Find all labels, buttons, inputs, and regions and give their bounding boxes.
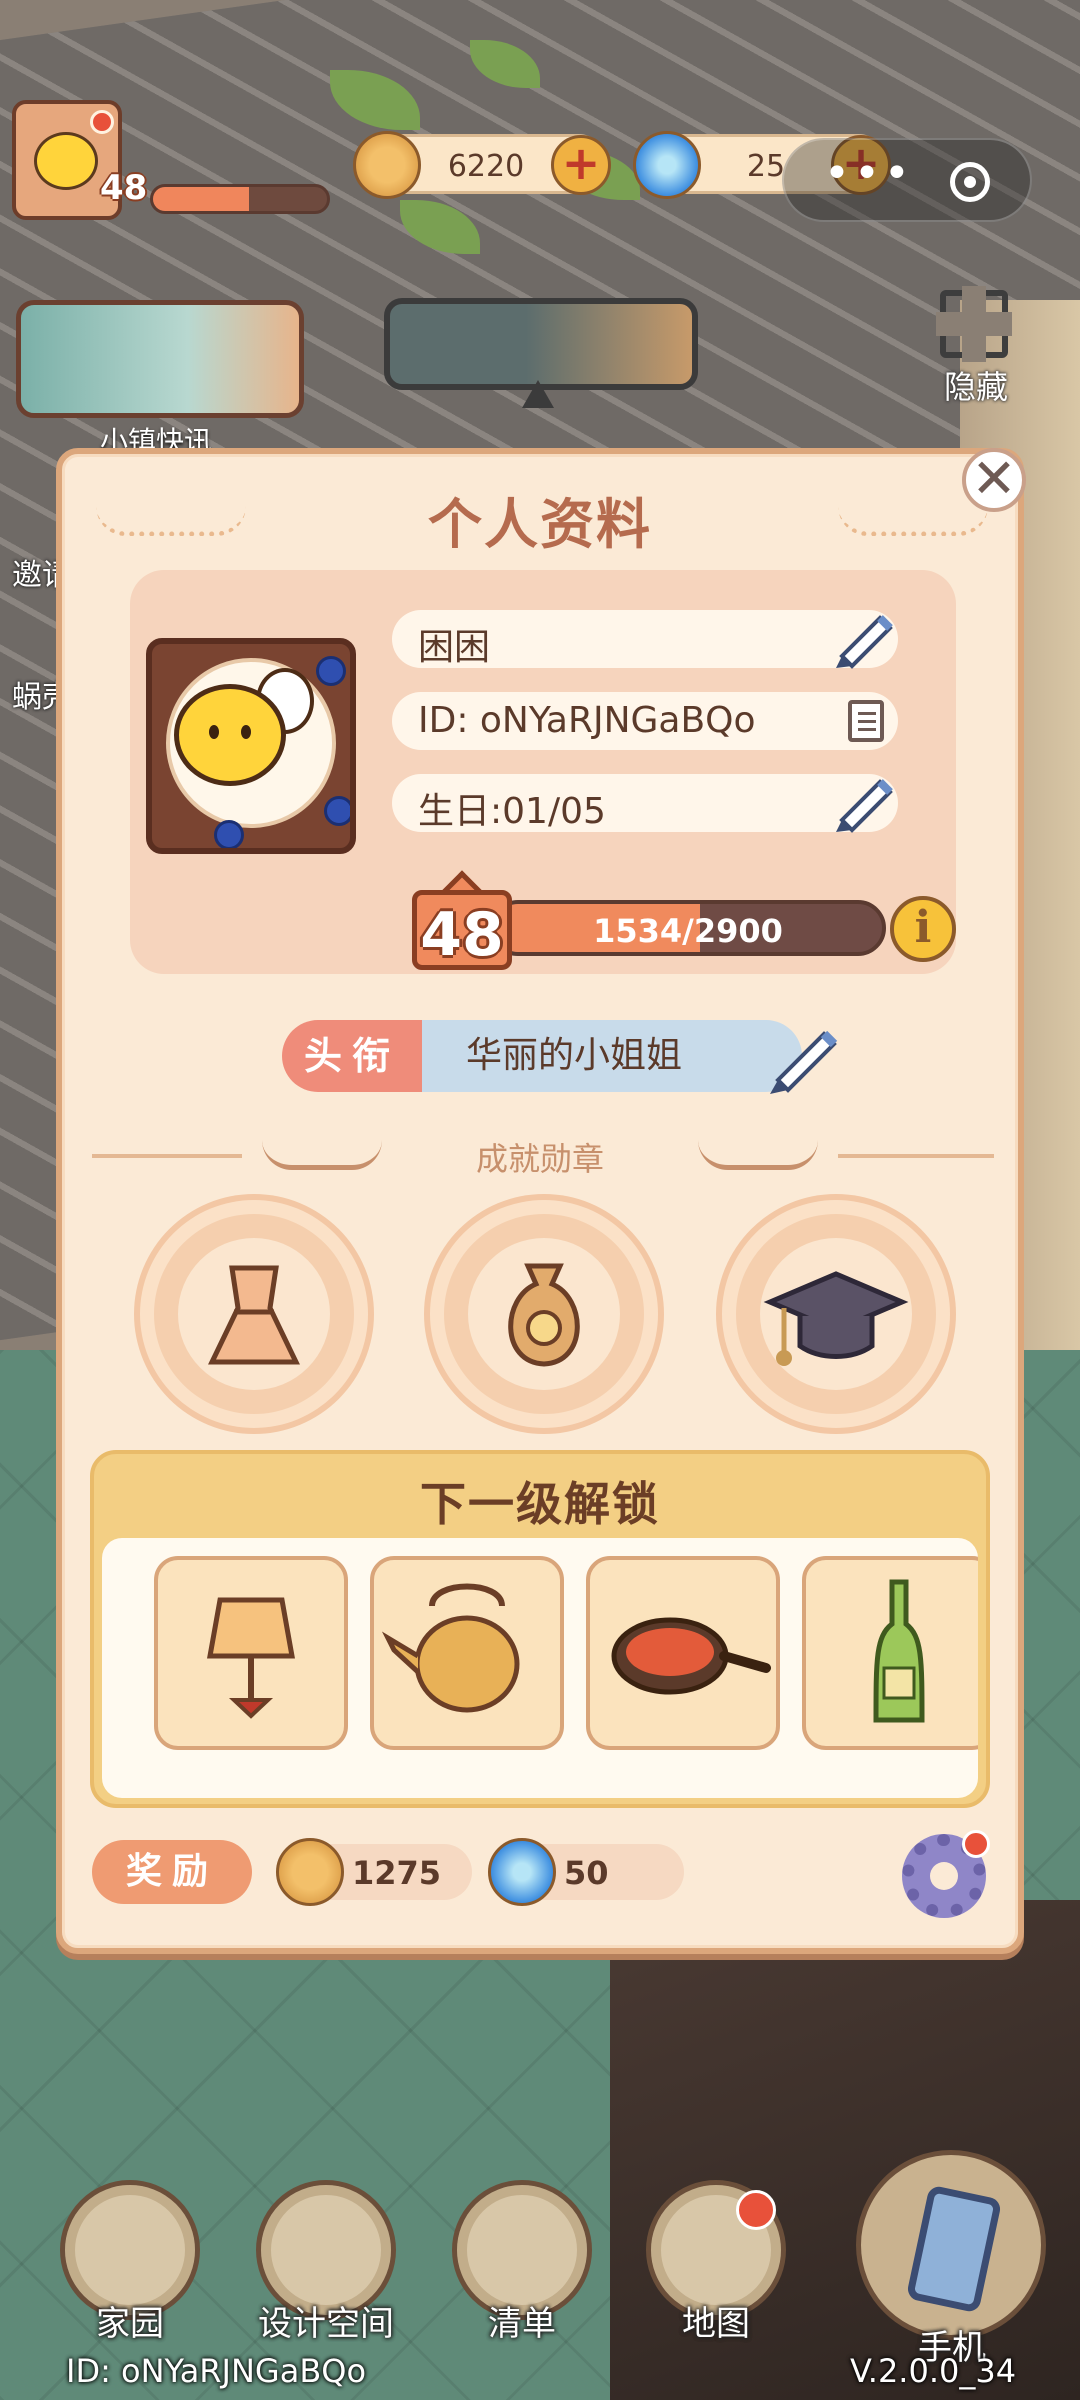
version-label: V.2.0.0_34 xyxy=(850,2352,1017,2390)
title-tag: 头衔 xyxy=(282,1020,422,1092)
settings-gear-icon[interactable] xyxy=(902,1830,990,1918)
nav-home-label: 家园 xyxy=(96,2304,164,2344)
blue-rose-icon xyxy=(324,796,350,826)
next-level-unlock-box: 下一级解锁 xyxy=(90,1450,990,1808)
gem-icon xyxy=(633,131,701,199)
mini-program-capsule: ••• xyxy=(782,138,1032,222)
coin-icon xyxy=(353,131,421,199)
blue-rose-icon xyxy=(316,656,346,686)
unlock-item-bottle[interactable] xyxy=(802,1556,978,1750)
player-xp-text: 1534/2900 xyxy=(593,912,783,950)
add-coins-button[interactable]: + xyxy=(551,135,611,195)
player-level: 48 xyxy=(420,900,504,970)
unlock-heading: 下一级解锁 xyxy=(420,1477,660,1531)
map-notification-dot xyxy=(736,2190,776,2230)
hud-xp-fill xyxy=(153,187,249,211)
edit-birthday-pencil-icon[interactable] xyxy=(832,768,898,834)
nav-phone-button[interactable] xyxy=(856,2150,1046,2340)
hud-level: 48 xyxy=(100,168,148,208)
fullscreen-icon xyxy=(936,286,1012,362)
title-value: 华丽的小姐姐 xyxy=(422,1020,802,1092)
hide-ui-label: 隐藏 xyxy=(943,368,1008,406)
id-row: ID: oNYaRJNGaBQo xyxy=(392,692,898,750)
profile-panel: 个人资料 困困 ID: oNYaRJNGaBQo 生日:01/05 1534/2… xyxy=(56,448,1024,1954)
unlock-item-lamp[interactable] xyxy=(154,1556,348,1750)
medal-inner xyxy=(760,1238,912,1390)
hide-ui-button[interactable]: 隐藏 xyxy=(928,286,1024,406)
coin-value: 6220 xyxy=(447,149,525,184)
bee-avatar-icon xyxy=(34,132,98,190)
player-name: 困困 xyxy=(418,627,491,668)
unlock-items-scroller[interactable] xyxy=(102,1538,978,1798)
dress-icon xyxy=(208,1265,300,1365)
edit-title-pencil-icon[interactable] xyxy=(764,1018,844,1098)
bee-eye xyxy=(241,725,251,739)
coin-icon xyxy=(276,1838,344,1906)
player-id: ID: oNYaRJNGaBQo xyxy=(418,700,756,741)
unlock-item-frying-pan[interactable] xyxy=(586,1556,780,1750)
lamp-icon xyxy=(207,1597,295,1719)
coin-counter: 6220 + xyxy=(353,131,611,199)
medal-graduation-cap-icon[interactable] xyxy=(736,1214,936,1414)
reward-coins: 1275 xyxy=(276,1838,472,1906)
medal-inner xyxy=(468,1238,620,1390)
reward-gems: 50 xyxy=(488,1838,684,1906)
level-info-button[interactable]: i xyxy=(890,896,956,962)
profile-card: 困困 ID: oNYaRJNGaBQo 生日:01/05 1534/2900 4… xyxy=(130,570,956,974)
weather-pointer-icon xyxy=(522,380,554,408)
teapot-icon xyxy=(381,1583,520,1713)
medal-money-bag-icon[interactable] xyxy=(444,1214,644,1414)
reward-tag: 奖励 xyxy=(92,1840,252,1904)
gem-icon xyxy=(488,1838,556,1906)
medal-dress-icon[interactable] xyxy=(154,1214,354,1414)
panel-title: 个人资料 xyxy=(428,493,652,556)
level-badge: 48 xyxy=(412,870,512,970)
close-panel-button[interactable]: ✕ xyxy=(962,448,1026,512)
graduation-cap-icon xyxy=(763,1271,909,1366)
name-row: 困困 xyxy=(392,610,898,669)
weather-widget[interactable] xyxy=(384,298,698,390)
close-miniprogram-icon[interactable] xyxy=(950,162,990,202)
notification-dot xyxy=(90,110,114,134)
divider-swirl-right xyxy=(698,1140,818,1170)
copy-id-icon[interactable] xyxy=(848,700,884,742)
more-menu-button[interactable]: ••• xyxy=(824,148,914,199)
nav-list-label: 清单 xyxy=(488,2304,556,2344)
town-news-button[interactable] xyxy=(16,300,304,418)
reward-gems-value: 50 xyxy=(564,1854,609,1892)
blue-rose-icon xyxy=(214,820,244,848)
money-bag-icon xyxy=(508,1263,580,1367)
player-xp-bar: 1534/2900 xyxy=(490,900,886,956)
medal-inner xyxy=(178,1238,330,1390)
nav-map-label: 地图 xyxy=(682,2304,750,2344)
bee-eye xyxy=(209,725,219,739)
divider-right xyxy=(838,1154,994,1158)
unlock-item-teapot[interactable] xyxy=(370,1556,564,1750)
bottom-player-id: ID: oNYaRJNGaBQo xyxy=(66,2352,367,2390)
title-row: 头衔 华丽的小姐姐 xyxy=(282,1020,802,1092)
bottle-icon xyxy=(873,1579,925,1723)
player-birthday: 生日:01/05 xyxy=(418,791,606,832)
phone-icon xyxy=(905,2184,1003,2314)
nav-design-label: 设计空间 xyxy=(258,2304,394,2344)
birthday-row: 生日:01/05 xyxy=(392,774,898,833)
edit-name-pencil-icon[interactable] xyxy=(832,604,898,670)
frying-pan-icon xyxy=(611,1617,771,1695)
reward-coins-value: 1275 xyxy=(352,1854,442,1892)
notification-dot xyxy=(962,1830,990,1858)
hud-xp-bar xyxy=(150,184,330,214)
bee-avatar-icon xyxy=(174,684,286,786)
profile-avatar[interactable] xyxy=(146,638,356,854)
